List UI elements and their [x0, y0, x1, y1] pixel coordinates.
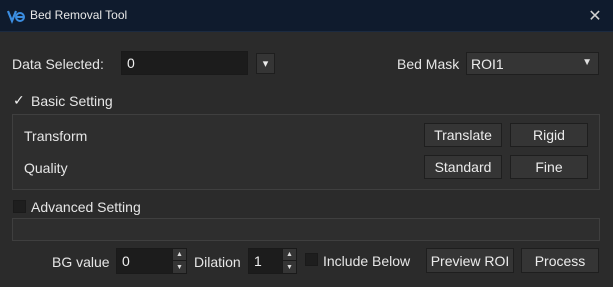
chevron-down-icon: ▾	[262, 58, 269, 70]
decrement-arrow-icon[interactable]: ▼	[283, 261, 296, 273]
title-bar: Bed Removal Tool ✕	[0, 0, 613, 32]
chevron-down-icon: ▼	[582, 57, 592, 68]
close-icon: ✕	[588, 8, 602, 25]
preview-roi-button[interactable]: Preview ROI	[426, 248, 514, 273]
advanced-setting-label: Advanced Setting	[31, 199, 141, 215]
bg-value-value: 0	[122, 253, 130, 269]
dilation-value: 1	[254, 253, 262, 269]
process-button[interactable]: Process	[521, 248, 599, 273]
dilation-label: Dilation	[194, 254, 241, 270]
dilation-stepper: ▲ ▼	[282, 249, 296, 273]
data-selected-value: 0	[127, 55, 135, 71]
include-below-label: Include Below	[323, 253, 411, 269]
data-selected-label: Data Selected:	[12, 56, 104, 72]
translate-button[interactable]: Translate	[424, 123, 502, 147]
data-selected-field[interactable]: 0	[121, 51, 248, 75]
bg-value-stepper: ▲ ▼	[172, 249, 186, 273]
decrement-arrow-icon[interactable]: ▼	[173, 261, 186, 273]
basic-setting-checkbox[interactable]: ✓	[13, 92, 25, 109]
window-title: Bed Removal Tool	[30, 8, 128, 22]
increment-arrow-icon[interactable]: ▲	[283, 249, 296, 261]
rigid-button[interactable]: Rigid	[510, 123, 588, 147]
include-below-checkbox[interactable]	[305, 253, 318, 266]
bed-mask-select[interactable]: ROI1 ▼	[466, 52, 599, 75]
data-selected-dropdown-button[interactable]: ▾	[256, 53, 275, 74]
advanced-setting-group	[12, 218, 600, 241]
increment-arrow-icon[interactable]: ▲	[173, 249, 186, 261]
advanced-setting-checkbox[interactable]	[13, 200, 26, 213]
quality-label: Quality	[24, 160, 68, 176]
transform-label: Transform	[24, 128, 88, 144]
close-button[interactable]: ✕	[577, 0, 613, 32]
bed-mask-value: ROI1	[471, 55, 504, 72]
dilation-spinbox[interactable]: 1 ▲ ▼	[248, 248, 297, 274]
bed-mask-label: Bed Mask	[397, 56, 460, 72]
bg-value-spinbox[interactable]: 0 ▲ ▼	[116, 248, 187, 274]
app-logo-icon	[7, 10, 25, 24]
fine-button[interactable]: Fine	[510, 155, 588, 179]
standard-button[interactable]: Standard	[424, 155, 502, 179]
bg-value-label: BG value	[52, 254, 110, 270]
basic-setting-label: Basic Setting	[31, 93, 113, 109]
